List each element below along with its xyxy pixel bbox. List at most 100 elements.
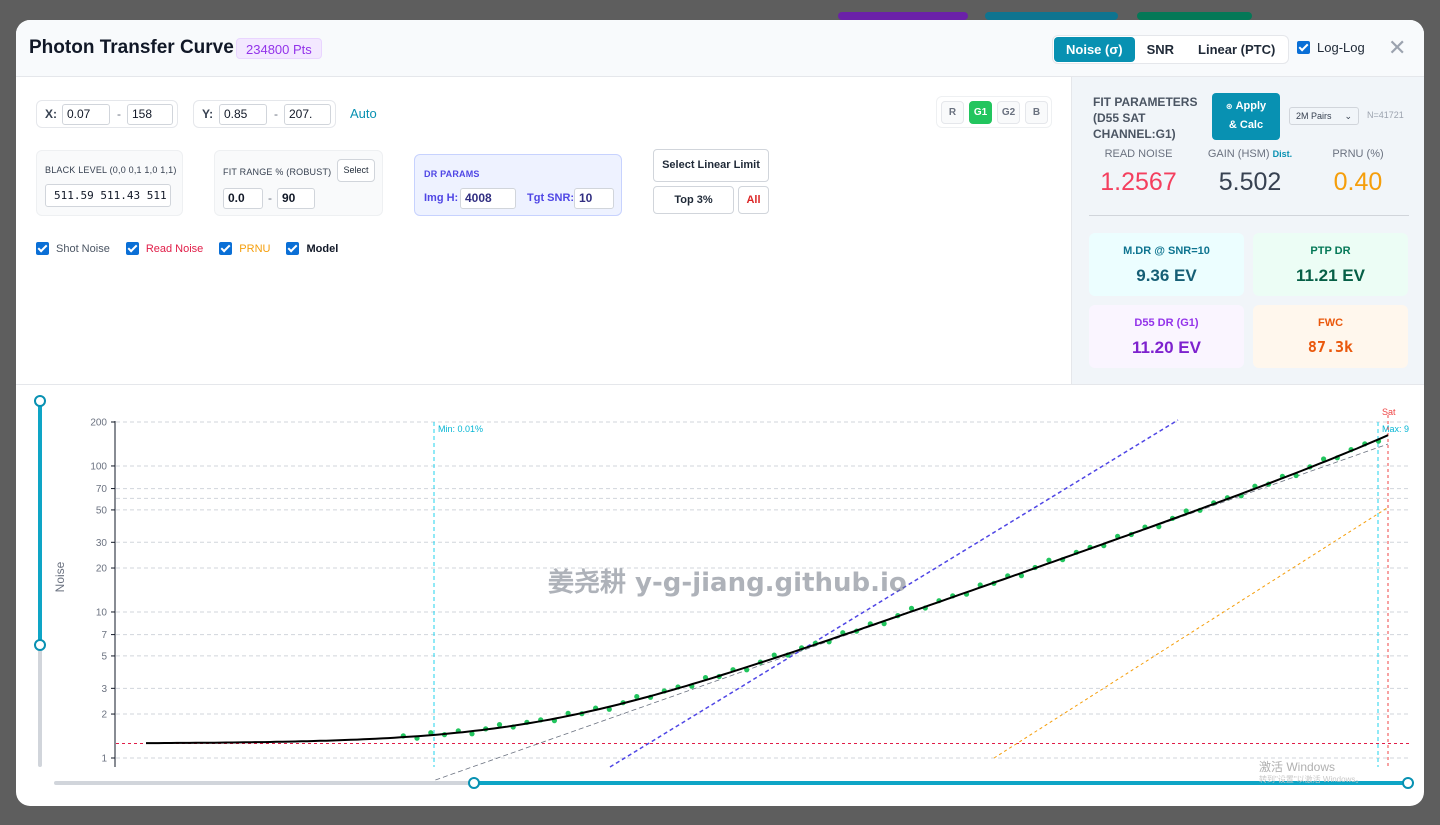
- ptc-plot-area: Noise 1 2 3 5 7 10 20 30 50 70 100 200 Min: 0.01% Ma…: [16, 384, 1424, 806]
- y-tick-label: 10: [96, 607, 108, 618]
- d55-dr-card: D55 DR (G1) 11.20 EV: [1089, 305, 1244, 368]
- y-tick-label: 70: [96, 484, 108, 495]
- divider: [1089, 215, 1409, 216]
- y-tick-label: 1: [101, 754, 107, 765]
- mode-noise-button[interactable]: Noise (σ): [1054, 37, 1135, 62]
- read-noise-checkbox[interactable]: [125, 242, 139, 255]
- fit-parameters-panel: FIT PARAMETERS (D55 SAT CHANNEL:G1) ⊛ App…: [1071, 77, 1424, 384]
- channel-r-button[interactable]: R: [941, 101, 964, 124]
- windows-activation-text: 激活 Windows: [1259, 760, 1336, 774]
- mdr-label: M.DR @ SNR=10: [1123, 245, 1210, 257]
- ptc-chart[interactable]: Noise 1 2 3 5 7 10 20 30 50 70 100 200 Min: 0.01% Ma…: [16, 385, 1424, 806]
- read-noise-toggle[interactable]: Read Noise: [125, 242, 204, 255]
- fit-range-label: FIT RANGE % (ROBUST): [223, 167, 332, 177]
- prnu-label: PRNU: [239, 242, 271, 255]
- background-pill: [985, 12, 1118, 20]
- n-count: N=41721: [1367, 110, 1404, 120]
- select-linear-limit-button[interactable]: Select Linear Limit: [653, 149, 769, 182]
- y-tick-label: 5: [101, 651, 107, 662]
- pairs-select[interactable]: 2M Pairs ⌄: [1289, 107, 1359, 125]
- calc-label: & Calc: [1228, 119, 1264, 131]
- x-min-input[interactable]: 0.07: [62, 104, 110, 125]
- gain-label-text: GAIN (HSM): [1207, 148, 1270, 160]
- img-h-input[interactable]: 4008: [460, 188, 516, 209]
- read-noise-label: READ NOISE: [1104, 148, 1173, 160]
- model-toggle[interactable]: Model: [286, 242, 338, 255]
- ptp-dr-label: PTP DR: [1310, 245, 1351, 257]
- prnu-line: [993, 507, 1389, 759]
- apply-icon: ⊛: [1225, 102, 1233, 111]
- max-label: Max: 9: [1382, 424, 1409, 434]
- fit-parameters-title: FIT PARAMETERS (D55 SAT CHANNEL:G1): [1093, 95, 1198, 141]
- apply-calc-button[interactable]: ⊛ Apply & Calc: [1212, 93, 1280, 140]
- all-button[interactable]: All: [738, 186, 769, 214]
- y-axis-label: Noise: [53, 561, 67, 592]
- background-pill: [838, 12, 968, 20]
- min-label: Min: 0.01%: [438, 424, 483, 434]
- background-pill: [1137, 12, 1252, 20]
- shot-noise-toggle[interactable]: Shot Noise: [36, 242, 110, 255]
- modal-header: Photon Transfer Curve 234800 Pts Noise (…: [16, 20, 1424, 77]
- y-min-input[interactable]: 0.85: [219, 104, 267, 125]
- loglog-checkbox[interactable]: [1297, 41, 1310, 54]
- channel-g2-button[interactable]: G2: [997, 101, 1020, 124]
- fit-select-button[interactable]: Select: [337, 159, 375, 182]
- watermark: 姜尧耕 y-g-jiang.github.io: [548, 567, 907, 598]
- y-tick-label: 50: [96, 505, 108, 516]
- tgt-snr-input[interactable]: 10: [574, 188, 614, 209]
- x-label: X:: [45, 107, 57, 121]
- mdr-value: 9.36 EV: [1136, 266, 1197, 285]
- y-tick-label: 200: [90, 418, 107, 429]
- prnu-stat-label: PRNU (%): [1332, 148, 1384, 160]
- close-icon[interactable]: ✕: [1388, 36, 1406, 60]
- curve-toggles: Shot Noise Read Noise PRNU Model: [36, 242, 354, 255]
- x-slider-handle-right[interactable]: [1402, 777, 1414, 789]
- mode-toggle-group: Noise (σ) SNR Linear (PTC): [1052, 35, 1290, 64]
- dr-params-box: DR PARAMS Img H: 4008 Tgt SNR: 10: [414, 154, 622, 216]
- range-dash: -: [274, 107, 278, 121]
- auto-button[interactable]: Auto: [350, 106, 377, 121]
- gain-value: 5.502: [1218, 168, 1282, 196]
- mode-linear-button[interactable]: Linear (PTC): [1186, 37, 1287, 62]
- x-max-input[interactable]: 158: [127, 104, 173, 125]
- y-tick-label: 2: [101, 710, 107, 721]
- prnu-checkbox[interactable]: [219, 242, 233, 255]
- model-checkbox[interactable]: [286, 242, 300, 255]
- tgt-snr-label: Tgt SNR:: [527, 192, 575, 204]
- channel-g1-button[interactable]: G1: [969, 101, 992, 124]
- shot-noise-checkbox[interactable]: [36, 242, 49, 255]
- fit-max-input[interactable]: 90: [277, 188, 315, 209]
- img-h-label: Img H:: [424, 192, 459, 204]
- windows-activation-subtext: 转到"设置"以激活 Windows。: [1259, 775, 1364, 784]
- points-badge: 234800 Pts: [236, 38, 322, 59]
- y-max-input[interactable]: 207.: [284, 104, 331, 125]
- page-title: Photon Transfer Curve: [29, 37, 234, 58]
- channel-b-button[interactable]: B: [1025, 101, 1048, 124]
- model-label: Model: [306, 242, 339, 255]
- ptc-modal: Photon Transfer Curve 234800 Pts Noise (…: [16, 20, 1424, 806]
- read-noise-label: Read Noise: [145, 242, 204, 255]
- y-range-box: Y: 0.85 - 207.: [193, 100, 336, 128]
- dist-link[interactable]: Dist.: [1273, 149, 1293, 159]
- y-tick-label: 20: [96, 564, 108, 575]
- read-noise-value: 1.2567: [1100, 168, 1177, 196]
- y-slider-handle-bottom[interactable]: [34, 639, 46, 651]
- fit-min-input[interactable]: 0.0: [223, 188, 263, 209]
- top3-button[interactable]: Top 3%: [653, 186, 734, 214]
- range-dash: -: [117, 107, 121, 121]
- y-label: Y:: [202, 107, 214, 121]
- ptp-dr-value: 11.21 EV: [1295, 266, 1365, 285]
- shot-noise-label: Shot Noise: [56, 242, 110, 255]
- y-tick-label: 7: [101, 630, 107, 641]
- chevron-down-icon: ⌄: [1344, 111, 1352, 121]
- pairs-value: 2M Pairs: [1296, 111, 1332, 121]
- black-level-input[interactable]: 511.59 511.43 511: [45, 184, 171, 207]
- y-slider-handle-top[interactable]: [34, 395, 46, 407]
- loglog-toggle[interactable]: Log-Log: [1297, 40, 1365, 55]
- mdr-card: M.DR @ SNR=10 9.36 EV: [1089, 233, 1244, 296]
- y-ticks: 1 2 3 5 7 10 20 30 50 70 100 200: [90, 418, 115, 765]
- mode-snr-button[interactable]: SNR: [1135, 37, 1186, 62]
- prnu-toggle[interactable]: PRNU: [219, 242, 270, 255]
- d55-dr-label: D55 DR (G1): [1134, 317, 1199, 329]
- x-slider-handle-left[interactable]: [468, 777, 480, 789]
